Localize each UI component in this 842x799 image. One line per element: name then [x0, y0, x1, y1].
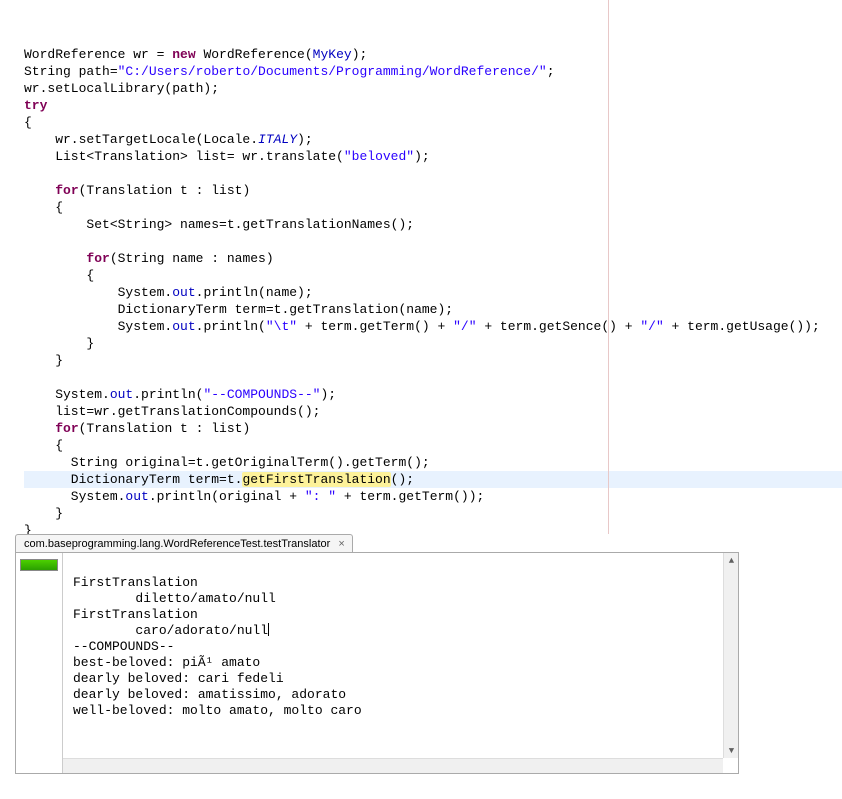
vertical-scrollbar[interactable]: ▲ ▼ [723, 553, 738, 758]
console-line: diletto/amato/null [73, 591, 276, 606]
console-line: FirstTranslation [73, 607, 198, 622]
code-line: { [24, 268, 94, 283]
code-line: for(Translation t : list) [24, 183, 250, 198]
code-line: String original=t.getOriginalTerm().getT… [24, 455, 430, 470]
code-line: { [24, 200, 63, 215]
console-output[interactable]: FirstTranslation diletto/amato/null Firs… [63, 553, 738, 773]
tab-label: com.baseprogramming.lang.WordReferenceTe… [24, 538, 330, 550]
console-line: best-beloved: piÃ¹ amato [73, 655, 260, 670]
code-line: } [24, 353, 63, 368]
scroll-down-icon[interactable]: ▼ [724, 743, 739, 758]
code-line: System.out.println(original + ": " + ter… [24, 489, 484, 504]
horizontal-scrollbar[interactable] [63, 758, 723, 773]
console-line: dearly beloved: cari fedeli [73, 671, 284, 686]
console-line: well-beloved: molto amato, molto caro [73, 703, 362, 718]
scroll-up-icon[interactable]: ▲ [724, 553, 739, 568]
console-line: dearly beloved: amatissimo, adorato [73, 687, 346, 702]
code-line: try [24, 98, 47, 113]
code-line: System.out.println(name); [24, 285, 313, 300]
test-tab[interactable]: com.baseprogramming.lang.WordReferenceTe… [15, 534, 353, 552]
test-progress-column [16, 553, 63, 773]
code-line: for(String name : names) [24, 251, 274, 266]
code-line: System.out.println("--COMPOUNDS--"); [24, 387, 336, 402]
print-margin [608, 0, 609, 539]
console-panel: com.baseprogramming.lang.WordReferenceTe… [15, 534, 739, 774]
code-line: } [24, 506, 63, 521]
console-line: FirstTranslation [73, 575, 198, 590]
code-line: for(Translation t : list) [24, 421, 250, 436]
code-line: System.out.println("\t" + term.getTerm()… [24, 319, 820, 334]
tab-bar: com.baseprogramming.lang.WordReferenceTe… [15, 534, 739, 552]
occurrence-highlight: getFirstTranslation [242, 472, 390, 487]
test-progress-bar [20, 559, 58, 571]
text-cursor [268, 623, 269, 636]
code-line: WordReference wr = new WordReference(MyK… [24, 47, 367, 62]
console-body: FirstTranslation diletto/amato/null Firs… [15, 552, 739, 774]
code-line: } [24, 336, 94, 351]
code-line-current: DictionaryTerm term=t.getFirstTranslatio… [24, 471, 842, 488]
code-line: { [24, 115, 32, 130]
code-line: DictionaryTerm term=t.getTranslation(nam… [24, 302, 453, 317]
code-line: Set<String> names=t.getTranslationNames(… [24, 217, 414, 232]
code-line: { [24, 438, 63, 453]
code-line: wr.setTargetLocale(Locale.ITALY); [24, 132, 313, 147]
code-editor[interactable]: WordReference wr = new WordReference(MyK… [0, 0, 842, 539]
console-line: caro/adorato/null [73, 623, 269, 638]
code-line: list=wr.getTranslationCompounds(); [24, 404, 320, 419]
code-line: String path="C:/Users/roberto/Documents/… [24, 64, 555, 79]
close-icon[interactable]: × [336, 538, 346, 550]
console-line: --COMPOUNDS-- [73, 639, 174, 654]
code-line: wr.setLocalLibrary(path); [24, 81, 219, 96]
code-line: List<Translation> list= wr.translate("be… [24, 149, 430, 164]
